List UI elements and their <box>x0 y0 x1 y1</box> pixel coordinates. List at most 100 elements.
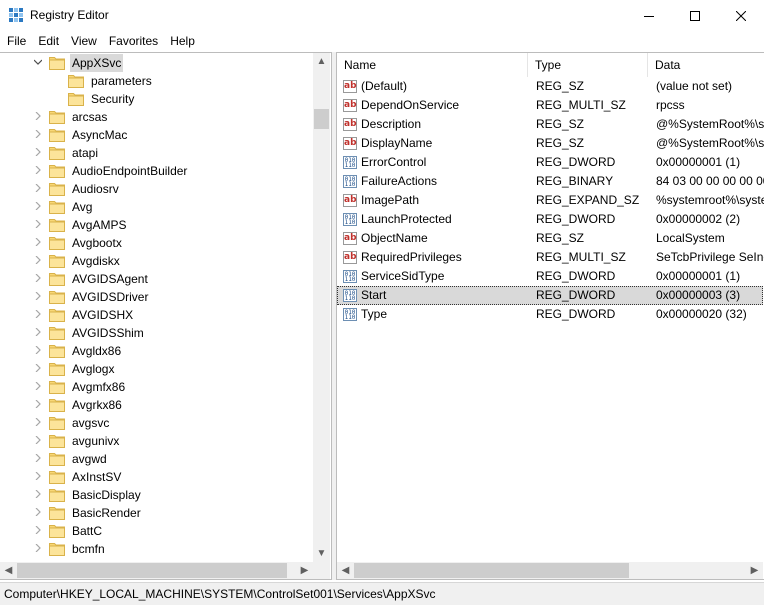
folder-icon <box>49 236 65 250</box>
column-header-name[interactable]: Name <box>337 53 528 77</box>
collapsed-arrow-icon[interactable] <box>33 126 43 144</box>
value-type: REG_MULTI_SZ <box>536 98 626 112</box>
collapsed-arrow-icon[interactable] <box>33 342 43 360</box>
tree-item-label: Avgdiskx <box>72 254 120 268</box>
collapsed-arrow-icon[interactable] <box>33 162 43 180</box>
collapsed-arrow-icon[interactable] <box>33 198 43 216</box>
collapsed-arrow-icon[interactable] <box>33 414 43 432</box>
scroll-left-arrow-icon[interactable]: ◀ <box>337 562 354 579</box>
folder-icon <box>49 398 65 412</box>
tree-item[interactable]: arcsas <box>0 108 313 126</box>
tree-item[interactable]: avgsvc <box>0 414 313 432</box>
collapsed-arrow-icon[interactable] <box>33 432 43 450</box>
value-row[interactable]: ab ObjectName REG_SZ LocalSystem <box>337 229 763 248</box>
tree-item[interactable]: AVGIDSShim <box>0 324 313 342</box>
value-row[interactable]: 010 110 ErrorControl REG_DWORD 0x00000001 (1… <box>337 153 763 172</box>
tree-item[interactable]: BasicRender <box>0 504 313 522</box>
collapsed-arrow-icon[interactable] <box>33 324 43 342</box>
collapsed-arrow-icon[interactable] <box>33 360 43 378</box>
collapsed-arrow-icon[interactable] <box>33 180 43 198</box>
menu-help[interactable]: Help <box>164 31 201 51</box>
menu-view[interactable]: View <box>65 31 103 51</box>
collapsed-arrow-icon[interactable] <box>33 504 43 522</box>
tree-item[interactable]: atapi <box>0 144 313 162</box>
tree-item[interactable]: Avgmfx86 <box>0 378 313 396</box>
collapsed-arrow-icon[interactable] <box>33 522 43 540</box>
column-header-data[interactable]: Data <box>648 53 763 77</box>
tree-item[interactable]: AsyncMac <box>0 126 313 144</box>
column-header-type[interactable]: Type <box>528 53 648 77</box>
tree-item[interactable]: AvgAMPS <box>0 216 313 234</box>
value-row[interactable]: 010 110 ServiceSidType REG_DWORD 0x00000001 … <box>337 267 763 286</box>
tree-item-selected[interactable]: AppXSvc <box>0 54 313 72</box>
tree-horizontal-scrollbar[interactable]: ◀ ▶ <box>0 562 313 579</box>
collapsed-arrow-icon[interactable] <box>33 144 43 162</box>
collapsed-arrow-icon[interactable] <box>33 378 43 396</box>
tree-item[interactable]: Avg <box>0 198 313 216</box>
tree-item[interactable]: AudioEndpointBuilder <box>0 162 313 180</box>
tree-item[interactable]: Avgbootx <box>0 234 313 252</box>
value-row[interactable]: ab RequiredPrivileges REG_MULTI_SZ SeTcbPri… <box>337 248 764 267</box>
tree-item[interactable]: AVGIDSAgent <box>0 270 313 288</box>
tree-vertical-scrollbar[interactable]: ▲ ▼ <box>313 53 330 562</box>
menu-favorites[interactable]: Favorites <box>103 31 164 51</box>
collapsed-arrow-icon[interactable] <box>33 252 43 270</box>
collapsed-arrow-icon[interactable] <box>33 306 43 324</box>
collapsed-arrow-icon[interactable] <box>33 288 43 306</box>
registry-key-tree[interactable]: bcmfn BattC BasicRender BasicDisplay AxInstS… <box>0 52 332 580</box>
tree-vertical-scroll-thumb[interactable] <box>314 109 329 129</box>
tree-item[interactable]: avgunivx <box>0 432 313 450</box>
scrollbar-corner <box>313 562 330 579</box>
registry-values-list[interactable]: Name Type Data ◀ ▶ ab (Default) REG_SZ (val… <box>336 52 764 580</box>
values-horizontal-scroll-thumb[interactable] <box>354 563 629 578</box>
value-row[interactable]: 010 110 Type REG_DWORD 0x00000020 (32) <box>337 305 763 324</box>
tree-item[interactable]: AVGIDSDriver <box>0 288 313 306</box>
tree-item[interactable]: bcmfn <box>0 540 313 558</box>
collapsed-arrow-icon[interactable] <box>33 450 43 468</box>
tree-item[interactable]: Avgdiskx <box>0 252 313 270</box>
expanded-arrow-icon[interactable] <box>33 54 43 72</box>
value-row[interactable]: ab (Default) REG_SZ (value not set) <box>337 77 763 96</box>
tree-item[interactable]: Avglogx <box>0 360 313 378</box>
collapsed-arrow-icon[interactable] <box>33 270 43 288</box>
menu-file[interactable]: File <box>0 31 32 51</box>
collapsed-arrow-icon[interactable] <box>33 216 43 234</box>
value-row[interactable]: ab ImagePath REG_EXPAND_SZ %systemroot%\sys… <box>337 191 764 210</box>
tree-horizontal-scroll-thumb[interactable] <box>17 563 287 578</box>
collapsed-arrow-icon[interactable] <box>33 540 43 558</box>
scroll-down-arrow-icon[interactable]: ▼ <box>313 545 330 562</box>
value-row[interactable]: 010 110 FailureActions REG_BINARY 84 03 00 0… <box>337 172 764 191</box>
tree-item[interactable]: BasicDisplay <box>0 486 313 504</box>
tree-item[interactable]: Avgldx86 <box>0 342 313 360</box>
menu-edit[interactable]: Edit <box>32 31 65 51</box>
tree-item[interactable]: avgwd <box>0 450 313 468</box>
value-row[interactable]: ab DisplayName REG_SZ @%SystemRoot%\sy <box>337 134 764 153</box>
scroll-left-arrow-icon[interactable]: ◀ <box>0 562 17 579</box>
collapsed-arrow-icon[interactable] <box>33 486 43 504</box>
values-horizontal-scrollbar[interactable]: ◀ ▶ <box>337 562 763 579</box>
close-button[interactable] <box>718 0 764 31</box>
collapsed-arrow-icon[interactable] <box>33 396 43 414</box>
collapsed-arrow-icon[interactable] <box>33 234 43 252</box>
value-row[interactable]: 010 110 LaunchProtected REG_DWORD 0x00000002… <box>337 210 763 229</box>
tree-item[interactable]: AVGIDSHX <box>0 306 313 324</box>
tree-item[interactable]: Avgrkx86 <box>0 396 313 414</box>
tree-item-child[interactable]: parameters <box>0 72 313 90</box>
value-row[interactable]: ab DependOnService REG_MULTI_SZ rpcss <box>337 96 763 115</box>
value-data: rpcss <box>656 98 685 112</box>
tree-item-label: BattC <box>72 524 103 538</box>
tree-item[interactable]: BattC <box>0 522 313 540</box>
tree-item[interactable]: Audiosrv <box>0 180 313 198</box>
scroll-right-arrow-icon[interactable]: ▶ <box>296 562 313 579</box>
scroll-up-arrow-icon[interactable]: ▲ <box>313 53 330 70</box>
tree-item[interactable]: AxInstSV <box>0 468 313 486</box>
collapsed-arrow-icon[interactable] <box>33 108 43 126</box>
value-row[interactable]: 010 110 Start REG_DWORD 0x00000003 (3) <box>337 286 763 305</box>
minimize-button[interactable] <box>626 0 672 31</box>
tree-item-child[interactable]: Security <box>0 90 313 108</box>
collapsed-arrow-icon[interactable] <box>33 468 43 486</box>
tree-item-label: AvgAMPS <box>72 218 127 232</box>
scroll-right-arrow-icon[interactable]: ▶ <box>746 562 763 579</box>
value-row[interactable]: ab Description REG_SZ @%SystemRoot%\sy <box>337 115 764 134</box>
maximize-button[interactable] <box>672 0 718 31</box>
